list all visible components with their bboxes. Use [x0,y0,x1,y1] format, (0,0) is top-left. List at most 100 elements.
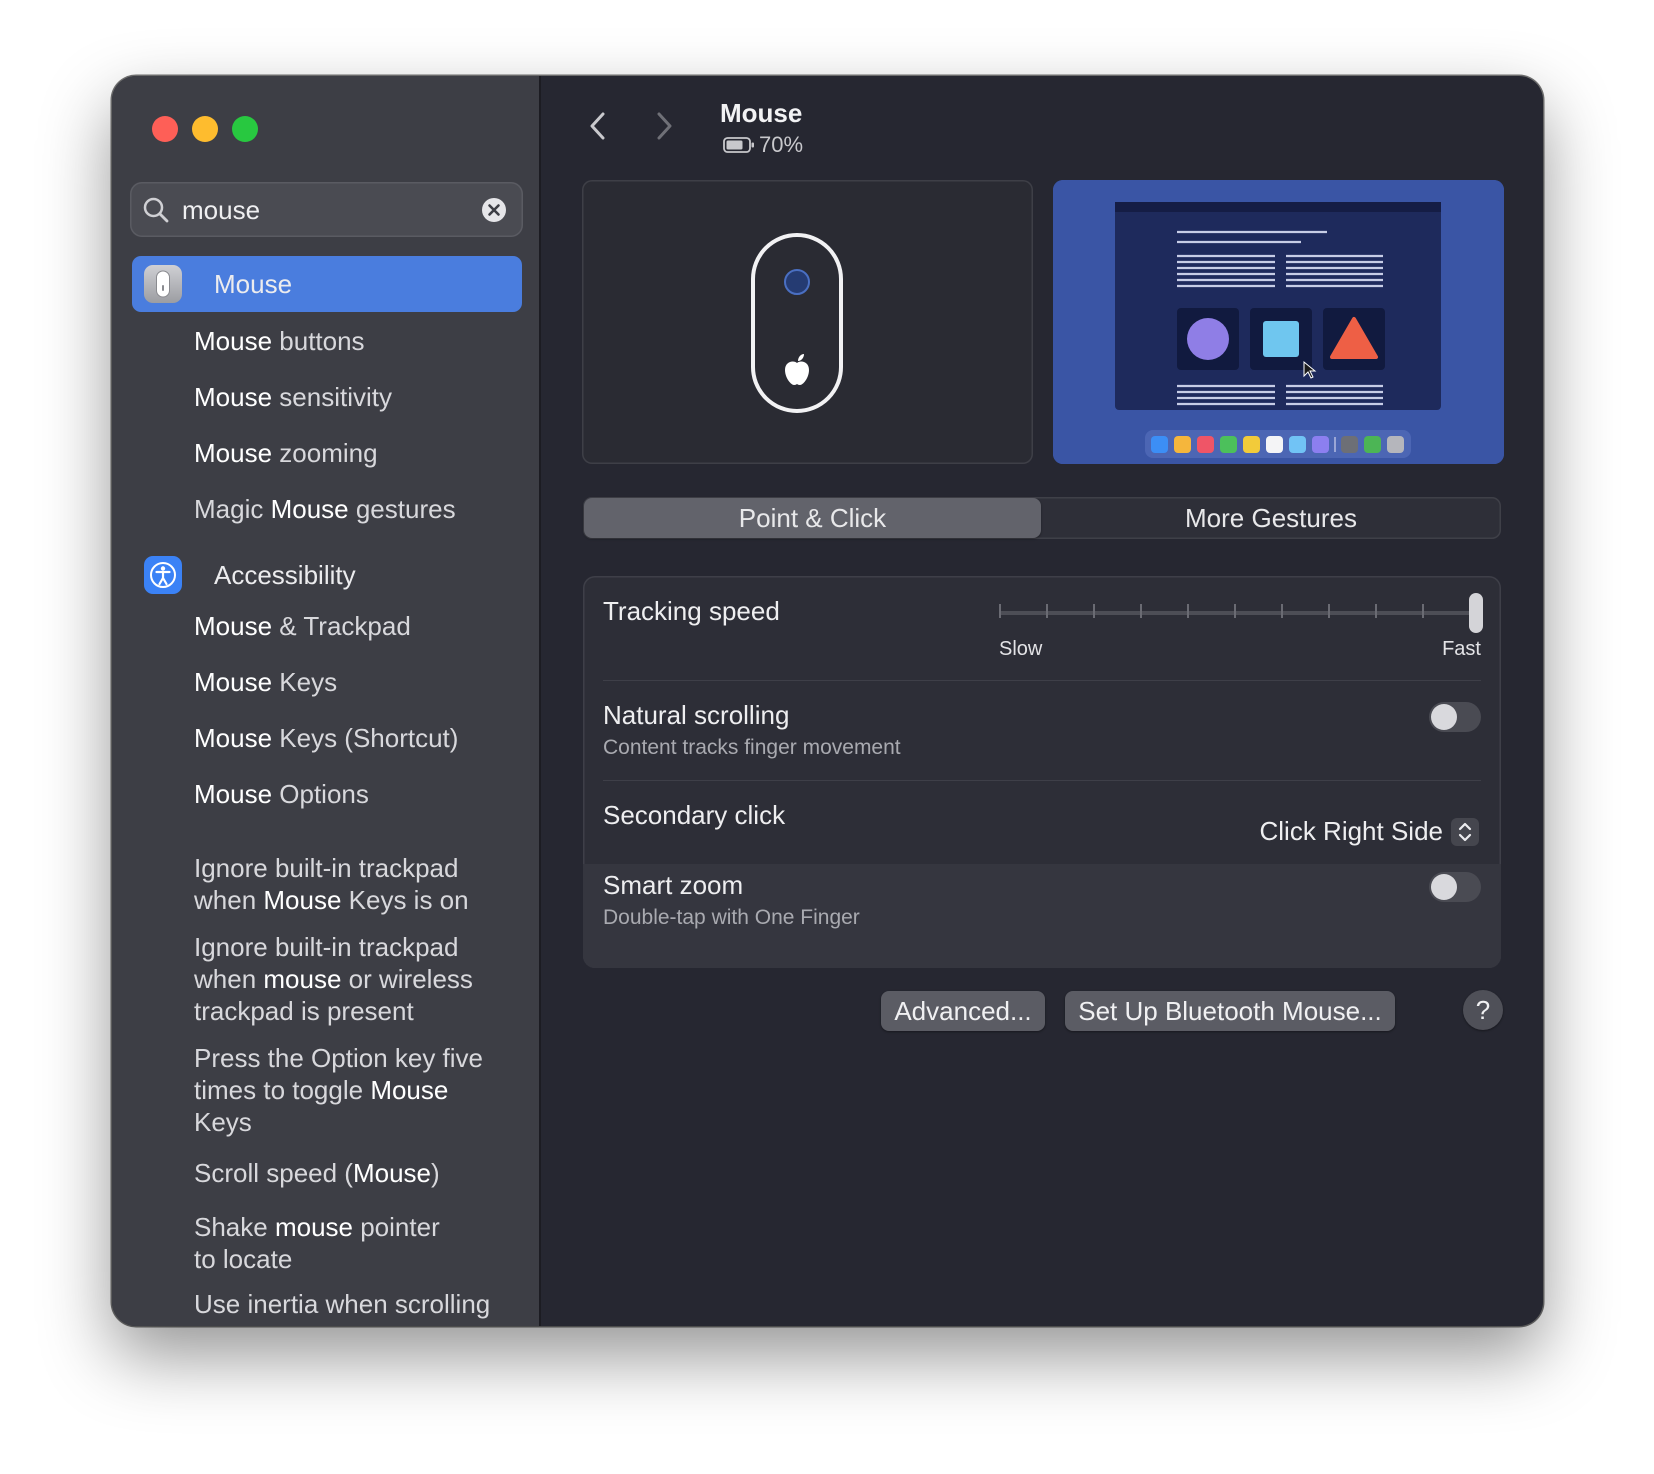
back-icon[interactable] [585,106,611,146]
settings-group: Tracking speed Slow Fast Natural scrolli… [583,576,1501,968]
advanced-button[interactable]: Advanced... [881,991,1045,1031]
battery-icon [723,137,754,153]
slider-tick [1140,604,1142,618]
result-text: Keys [194,1107,252,1137]
sidebar-item-accessibility[interactable]: Accessibility [132,547,522,603]
search-result-item[interactable]: Mouse sensitivity [194,381,514,413]
help-button[interactable]: ? [1463,990,1503,1030]
secondary-click-value: Click Right Side [1259,816,1443,846]
tracking-speed-label: Tracking speed [603,596,780,626]
search-result-item[interactable]: Use inertia when scrolling [194,1288,514,1320]
divider [603,780,1481,781]
result-text: gestures [348,494,456,524]
view-tabs: Point & Click More Gestures [583,497,1501,539]
search-result-item[interactable]: Mouse Keys [194,666,514,698]
result-match-highlight: Mouse [194,438,273,468]
slider-tick [1093,604,1095,618]
result-text: Scroll speed ( [194,1158,353,1188]
result-text: Shake [194,1212,275,1242]
secondary-click-label: Secondary click [603,800,786,830]
result-match-highlight: Mouse [263,885,342,915]
sidebar-item-mouse[interactable]: Mouse [132,256,522,312]
search-input[interactable] [182,190,462,230]
battery-status: 70% [723,132,803,158]
result-match-highlight: Mouse [194,667,273,697]
smart-zoom-description: Double-tap with One Finger [603,906,860,929]
sidebar: Mouse Mouse buttonsMouse sensitivityMous… [112,76,541,1326]
result-text: & Trackpad [272,611,411,641]
sidebar-item-label: Mouse [214,268,293,299]
slider-tick [1281,604,1283,618]
gesture-preview [1053,180,1504,464]
tab-more-gestures[interactable]: More Gestures [1043,498,1499,538]
smart-zoom-label: Smart zoom [603,870,744,900]
chevron-up-down-icon [1451,817,1479,846]
slider-tick [1046,604,1048,618]
result-text: ) [431,1158,440,1188]
tab-point-click[interactable]: Point & Click [584,498,1041,538]
search-result-item[interactable]: Mouse Options [194,778,514,810]
search-result-item[interactable]: Mouse & Trackpad [194,610,514,642]
minimize-button[interactable] [192,116,218,142]
search-result-item[interactable]: Magic Mouse gestures [194,493,514,525]
result-text: buttons [272,326,365,356]
search-result-item[interactable]: Mouse Keys (Shortcut) [194,722,514,754]
result-text: Magic [194,494,271,524]
search-result-item[interactable]: Shake mouse pointer to locate [194,1211,454,1275]
search-result-item[interactable]: Mouse zooming [194,437,514,469]
apple-logo-icon [785,354,809,385]
search-result-item[interactable]: Press the Option key five times to toggl… [194,1042,504,1138]
result-match-highlight: Mouse [270,494,349,524]
slider-max-label: Fast [1442,638,1481,660]
slider-knob[interactable] [1469,593,1483,633]
sidebar-item-label: Accessibility [214,559,356,590]
system-settings-window: Mouse Mouse buttonsMouse sensitivityMous… [112,76,1543,1326]
result-match-highlight: mouse [274,1212,353,1242]
result-text: Use inertia when scrolling [194,1289,491,1319]
result-text: zooming [272,438,378,468]
slider-tick [1375,604,1377,618]
desktop-preview-illustration [1053,180,1504,464]
natural-scrolling-description: Content tracks finger movement [603,736,901,759]
maximize-button[interactable] [232,116,258,142]
result-match-highlight: Mouse [194,382,273,412]
smart-zoom-toggle[interactable] [1429,872,1481,902]
toggle-knob [1431,874,1457,900]
tracking-speed-slider[interactable] [999,611,1475,615]
secondary-click-popup[interactable]: Click Right Side [1259,816,1479,847]
search-field[interactable] [130,182,523,237]
search-result-item[interactable]: Ignore built-in trackpad when mouse or w… [194,931,494,1027]
natural-scrolling-toggle[interactable] [1429,702,1481,732]
search-result-item[interactable]: Scroll speed (Mouse) [194,1157,514,1189]
toggle-knob [1431,704,1457,730]
mouse-preview [582,180,1033,464]
clear-search-icon[interactable] [481,197,507,223]
divider [603,680,1481,681]
result-match-highlight: Mouse [352,1158,432,1188]
result-match-highlight: Mouse [194,779,273,809]
main-pane: Mouse 70% Point & Click More Gestures Tr… [541,76,1543,1326]
setup-bluetooth-mouse-button[interactable]: Set Up Bluetooth Mouse... [1065,991,1395,1031]
slider-tick [1187,604,1189,618]
result-match-highlight: Mouse [194,326,273,356]
result-text: Options [272,779,369,809]
slider-tick [1422,604,1424,618]
slider-min-label: Slow [999,638,1043,660]
slider-tick [1234,604,1236,618]
slider-tick [999,604,1001,618]
result-text: Keys (Shortcut) [272,723,459,753]
battery-percentage: 70% [759,132,804,157]
search-result-item[interactable]: Ignore built-in trackpad when Mouse Keys… [194,852,494,916]
result-match-highlight: Mouse [194,611,273,641]
natural-scrolling-label: Natural scrolling [603,700,790,730]
page-title: Mouse [720,98,803,128]
result-match-highlight: mouse [263,964,342,994]
mouse-app-icon [144,265,182,303]
close-button[interactable] [152,116,178,142]
result-text: sensitivity [272,382,392,412]
magic-mouse-illustration [751,233,843,413]
forward-icon[interactable] [651,106,677,146]
result-text: Keys [272,667,338,697]
search-result-item[interactable]: Mouse buttons [194,325,514,357]
accessibility-icon [144,556,182,594]
